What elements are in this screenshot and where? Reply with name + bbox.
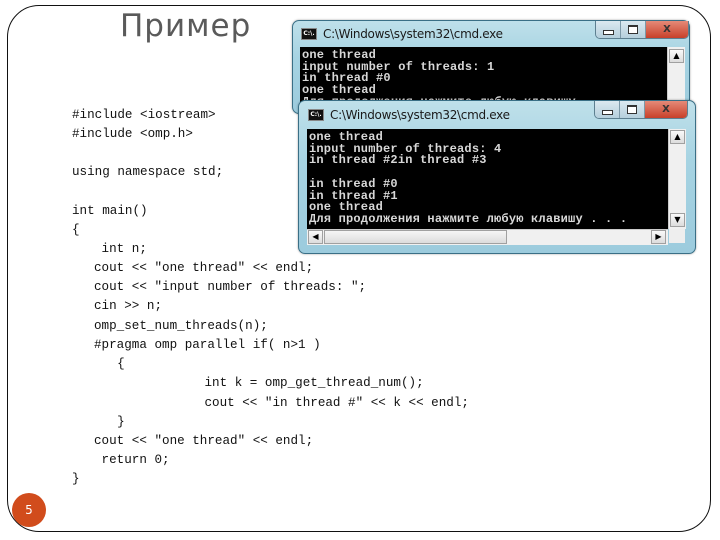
code-line: omp_set_num_threads(n);	[94, 319, 268, 333]
code-line: return 0;	[94, 453, 170, 467]
window-title: C:\Windows\system32\cmd.exe	[323, 27, 503, 41]
close-icon: X	[662, 104, 670, 115]
minimize-button[interactable]	[595, 101, 620, 118]
close-icon: X	[663, 24, 671, 35]
console-line: in thread #2in thread #3	[309, 153, 487, 168]
window-title: C:\Windows\system32\cmd.exe	[330, 108, 510, 122]
arrow-right-icon: ▶	[655, 232, 662, 241]
title-bar[interactable]: C:\. C:\Windows\system32\cmd.exe	[308, 106, 510, 124]
code-line: {	[102, 357, 125, 371]
resize-grip-icon[interactable]	[669, 229, 685, 243]
maximize-button[interactable]	[620, 101, 645, 118]
horizontal-scrollbar[interactable]: ◀ ▶	[307, 229, 668, 245]
cmd-icon: C:\.	[301, 28, 317, 40]
code-line: cin >> n;	[94, 299, 163, 313]
maximize-button[interactable]	[621, 21, 646, 38]
horizontal-scroll-thumb[interactable]	[324, 230, 507, 244]
page-number-badge: 5	[12, 493, 46, 527]
console-line: Для продолжения нажмите любую клавишу . …	[309, 211, 628, 226]
arrow-left-icon: ◀	[312, 232, 319, 241]
console-line: in thread #0	[309, 176, 398, 191]
cmd-icon: C:\.	[308, 109, 324, 121]
arrow-down-icon: ▼	[674, 215, 681, 224]
scroll-left-button[interactable]: ◀	[308, 230, 323, 244]
slide-title: Пример	[120, 8, 252, 44]
maximize-icon	[628, 25, 638, 34]
scroll-down-button[interactable]: ▼	[670, 213, 685, 227]
code-line: cout << "one thread" << endl;	[94, 434, 314, 448]
scroll-right-button[interactable]: ▶	[651, 230, 666, 244]
close-button[interactable]: X	[645, 101, 687, 118]
code-line: }	[102, 415, 125, 429]
code-line: int n;	[94, 242, 147, 256]
maximize-icon	[627, 105, 637, 114]
code-line: cout << "in thread #" << k << endl;	[144, 396, 469, 410]
minimize-icon	[602, 30, 614, 35]
scroll-up-button[interactable]: ▲	[670, 130, 685, 144]
title-bar[interactable]: C:\. C:\Windows\system32\cmd.exe	[301, 25, 503, 43]
arrow-up-icon: ▲	[673, 51, 680, 60]
scroll-up-button[interactable]: ▲	[669, 49, 684, 63]
code-line: #pragma omp parallel if( n>1 )	[94, 338, 321, 352]
close-button[interactable]: X	[646, 21, 688, 38]
code-line: }	[72, 472, 80, 486]
minimize-button[interactable]	[596, 21, 621, 38]
window-controls: X	[594, 101, 688, 119]
console-output: one thread input number of threads: 4 in t…	[307, 129, 668, 229]
cmd-window-2[interactable]: C:\. C:\Windows\system32\cmd.exe X one t…	[298, 100, 696, 254]
code-line: int k = omp_get_thread_num();	[144, 376, 424, 390]
code-line: #include <omp.h>	[72, 127, 193, 141]
window-controls: X	[595, 21, 689, 39]
code-line: {	[72, 223, 80, 237]
code-line: cout << "input number of threads: ";	[94, 280, 367, 294]
vertical-scrollbar[interactable]: ▲ ▼	[668, 129, 686, 229]
code-line: int main()	[72, 204, 148, 218]
minimize-icon	[601, 110, 613, 115]
code-line: cout << "one thread" << endl;	[94, 261, 314, 275]
code-line: #include <iostream>	[72, 108, 216, 122]
code-line: using namespace std;	[72, 165, 224, 179]
arrow-up-icon: ▲	[674, 132, 681, 141]
